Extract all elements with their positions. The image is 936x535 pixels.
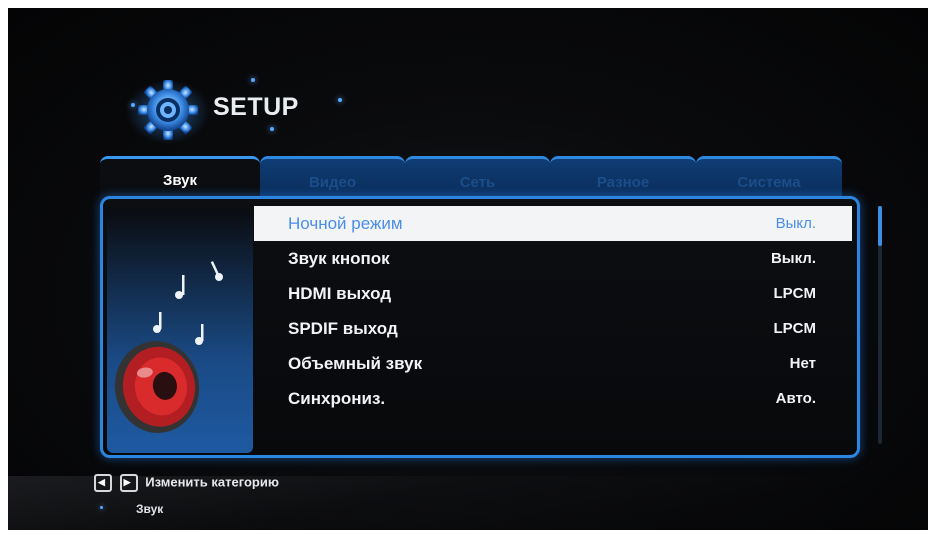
setting-row-sync[interactable]: Синхрониз. Авто. xyxy=(254,381,852,416)
setting-value: Авто. xyxy=(775,390,816,407)
footer-hint-text: Изменить категорию xyxy=(145,474,279,490)
speaker-icon xyxy=(114,341,200,433)
setting-label: Ночной режим xyxy=(288,213,403,233)
footer-hint: ◀ ▶ Изменить категорию xyxy=(94,474,279,492)
category-art xyxy=(107,209,253,453)
music-note-icon xyxy=(153,261,223,345)
glow-dot xyxy=(338,98,342,102)
setting-row-night-mode[interactable]: Ночной режим Выкл. xyxy=(254,206,852,241)
setting-label: SPDIF выход xyxy=(288,318,398,338)
tv-screen: SETUP Звук Видео Сеть Разное Система Ноч… xyxy=(8,8,928,530)
bullet-dot xyxy=(100,506,103,509)
page-title: SETUP xyxy=(213,93,299,121)
setting-row-button-sound[interactable]: Звук кнопок Выкл. xyxy=(254,241,852,276)
tab-video[interactable]: Видео xyxy=(260,156,405,200)
tab-network[interactable]: Сеть xyxy=(405,156,550,200)
tab-sound[interactable]: Звук xyxy=(100,156,260,200)
category-tabs: Звук Видео Сеть Разное Система xyxy=(100,156,842,200)
setting-value: Нет xyxy=(789,355,816,372)
setting-label: Объемный звук xyxy=(288,353,423,373)
setting-row-spdif-output[interactable]: SPDIF выход LPCM xyxy=(254,311,852,346)
tab-system[interactable]: Система xyxy=(696,156,842,200)
footer-category: Звук xyxy=(136,502,164,516)
tab-misc[interactable]: Разное xyxy=(550,156,696,200)
setting-row-hdmi-output[interactable]: HDMI выход LPCM xyxy=(254,276,852,311)
setting-value: LPCM xyxy=(773,285,817,302)
setting-value: Выкл. xyxy=(770,250,816,267)
right-arrow-key-icon: ▶ xyxy=(119,474,138,492)
setting-value: Выкл. xyxy=(775,215,816,232)
setting-row-surround-sound[interactable]: Объемный звук Нет xyxy=(254,346,852,381)
setting-label: HDMI выход xyxy=(288,283,392,303)
setting-value: LPCM xyxy=(773,320,817,337)
setting-label: Синхрониз. xyxy=(288,388,386,408)
setting-label: Звук кнопок xyxy=(288,248,390,268)
left-arrow-key-icon: ◀ xyxy=(94,474,112,492)
scrollbar-thumb[interactable] xyxy=(878,206,882,246)
